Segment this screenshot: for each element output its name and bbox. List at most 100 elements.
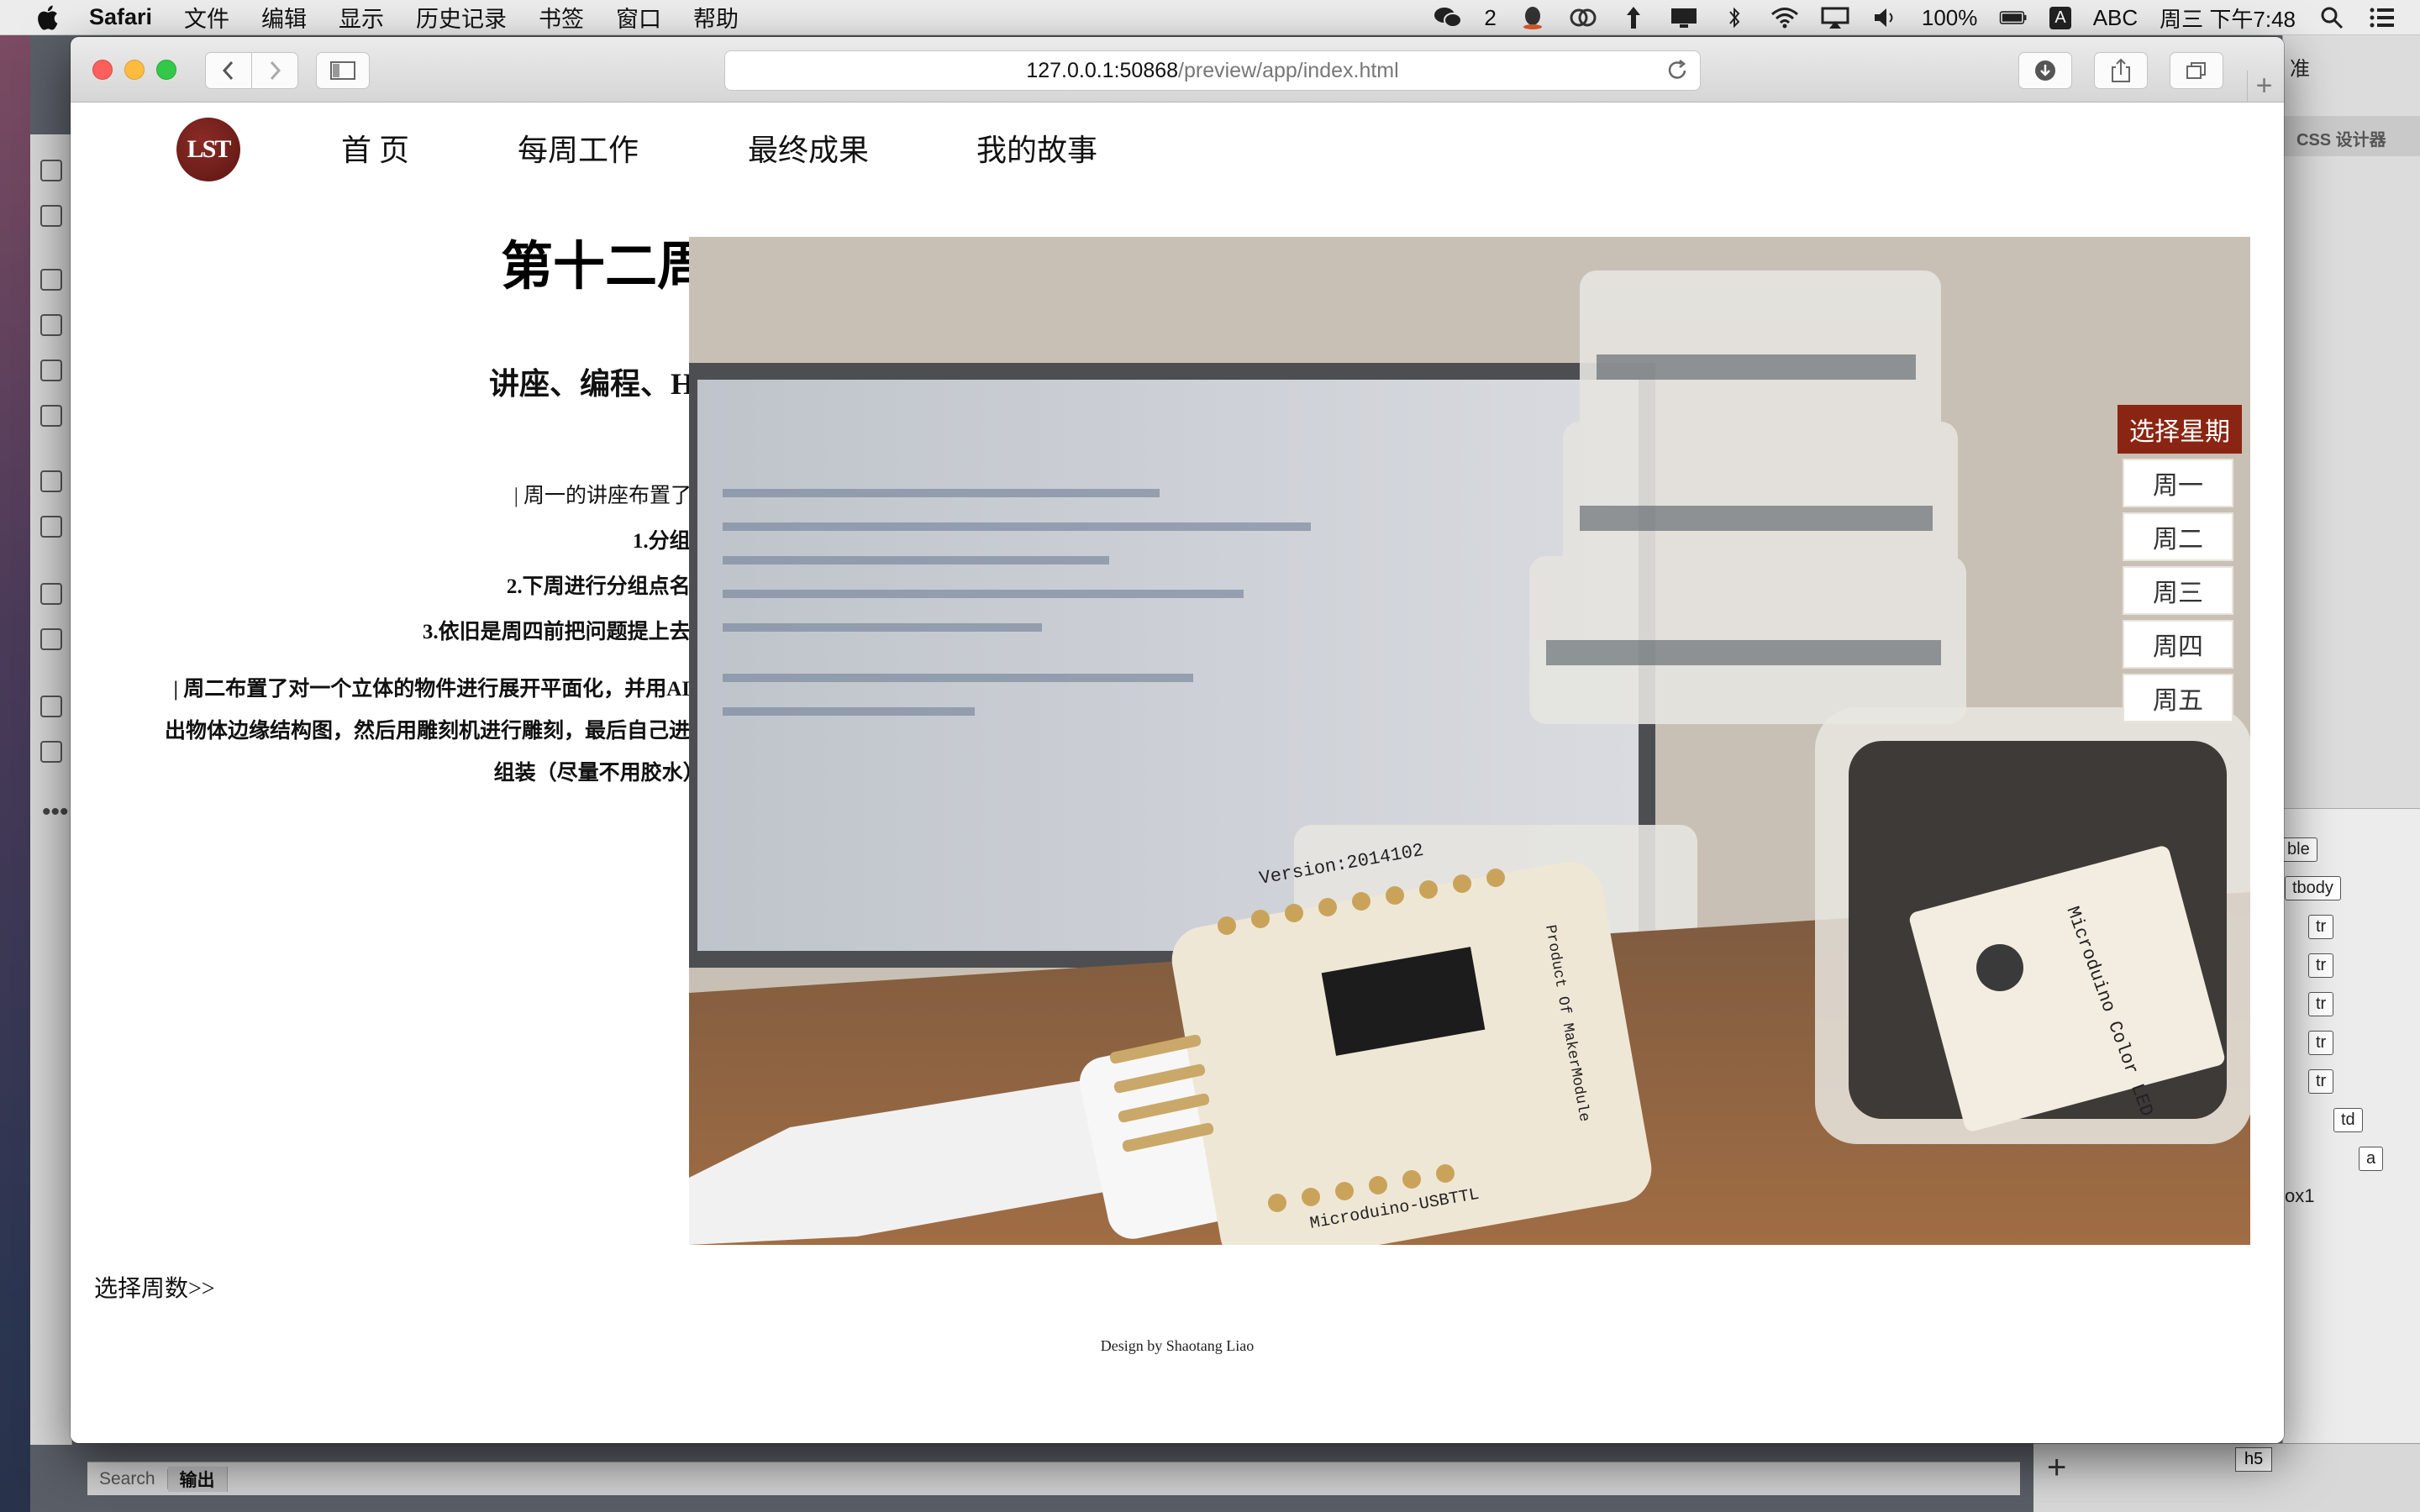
week-photo: Version:2014102 Product Of MakerModule M… [689,237,2250,1245]
background-left-toolbar: ••• [30,134,72,1445]
lecture-line: 1.分组; [632,530,697,553]
menu-bar: Safari 文件 编辑 显示 历史记录 书签 窗口 帮助 2 100% A A… [0,0,2420,35]
tabs-overview-button[interactable] [2170,52,2223,89]
forward-button[interactable] [251,52,298,89]
share-icon [2112,58,2130,82]
menu-history[interactable]: 历史记录 [416,1,507,34]
tuesday-notes: | 周二布置了对一个立体的物件进行展开平面化，并用AI勾出物体边缘结构图，然后用… [165,678,712,785]
panel-partial-label: 准 [2290,58,2310,81]
comment-icon[interactable] [40,583,62,605]
lecture-notes: | 周一的讲座布置了: 1.分组; 2.下周进行分组点名; 3.依旧是周四前把问… [323,474,697,655]
wifi-icon[interactable] [1770,5,1799,30]
week-picker-friday[interactable]: 周五 [2123,674,2233,722]
remote-desktop-icon[interactable] [1670,5,1698,30]
close-button[interactable] [92,60,113,80]
lecture-line: | 周一的讲座布置了: [513,485,697,507]
week-picker-monday[interactable]: 周一 [2123,459,2233,507]
input-method-icon[interactable]: A [2049,6,2071,29]
web-page: LST 首 页 每周工作 最终成果 我的故事 第十二周 讲座、编程、H5 | 周… [71,102,2284,1443]
qq-icon[interactable] [1518,5,1547,30]
dom-tag[interactable]: tr [2308,953,2334,978]
apple-icon[interactable] [34,3,64,33]
more-icon[interactable]: ••• [42,798,69,827]
menu-app-name[interactable]: Safari [89,4,152,30]
nav-weekly-work[interactable]: 每周工作 [518,126,639,170]
notification-center-icon[interactable] [2368,5,2396,30]
code-icon[interactable] [40,269,62,291]
list-icon[interactable] [40,314,62,336]
week-picker-thursday[interactable]: 周四 [2123,620,2233,669]
battery-icon[interactable] [1999,5,2028,30]
sort-icon[interactable] [40,205,62,227]
dom-tag[interactable]: td [2333,1108,2363,1132]
lecture-line: 2.下周进行分组点名; [506,575,697,598]
reload-icon[interactable] [1666,60,1688,81]
lecture-line: 3.依旧是周四前把问题提上去; [422,621,697,643]
search-tab[interactable]: Search [87,1468,168,1489]
nav-final-results[interactable]: 最终成果 [748,126,869,170]
address-bar[interactable]: 127.0.0.1:50868/preview/app/index.html [724,50,1701,91]
upload-arrow-icon[interactable] [1619,5,1648,30]
dom-tag[interactable]: ble [2280,837,2317,862]
menu-edit[interactable]: 编辑 [261,1,307,34]
file-icon[interactable] [40,160,62,181]
electronics-photo-illustration: Version:2014102 Product Of MakerModule M… [689,237,2250,1245]
select-weeks-link[interactable]: 选择周数>> [94,1270,215,1304]
dom-tag[interactable]: tbody [2285,876,2341,900]
wechat-badge: 2 [1484,4,1497,30]
dom-tag[interactable]: tr [2308,1031,2334,1055]
title-bar: 127.0.0.1:50868/preview/app/index.html + [71,37,2284,102]
menu-window[interactable]: 窗口 [616,1,661,34]
format-icon[interactable] [40,360,62,381]
logo-text: LST [187,135,232,163]
week-picker-tuesday[interactable]: 周二 [2123,512,2233,561]
sidebar-toggle-button[interactable] [316,52,370,89]
back-button[interactable] [205,52,252,89]
site-logo[interactable]: LST [176,118,240,181]
dom-id-label: ox1 [2285,1185,2315,1206]
tool-icon[interactable] [40,470,62,492]
dom-tag[interactable]: a [2359,1147,2384,1171]
downloads-button[interactable] [2018,52,2072,89]
indent-icon[interactable] [40,696,62,717]
menu-file[interactable]: 文件 [184,1,229,34]
nav-my-story[interactable]: 我的故事 [976,126,1097,170]
chevron-left-icon [222,60,234,81]
sidebar-icon [330,61,355,80]
download-icon [2035,60,2055,81]
airplay-icon[interactable] [1821,5,1849,30]
volume-icon[interactable] [1871,5,1900,30]
week-subtitle: 讲座、编程、H5 [488,367,709,401]
dom-tag[interactable]: tr [2308,915,2334,939]
share-button[interactable] [2094,52,2148,89]
sparkle-icon[interactable] [40,741,62,763]
zoom-button[interactable] [156,60,176,80]
new-tab-button[interactable]: + [2247,71,2281,102]
dom-panel: ble tbody tr tr tr tr tr td a ox1 [2280,808,2420,1497]
wechat-icon[interactable] [1434,5,1463,30]
dom-tag[interactable]: tr [2308,992,2334,1016]
bluetooth-icon[interactable] [1720,5,1749,30]
spotlight-search-icon[interactable] [2317,5,2346,30]
clock[interactable]: 周三 下午7:48 [2160,3,2296,34]
snippet-icon[interactable] [40,516,62,538]
menu-bookmarks[interactable]: 书签 [539,1,584,34]
nav-home[interactable]: 首 页 [341,126,409,170]
tabs-icon [2186,62,2206,79]
creative-cloud-icon[interactable] [1569,5,1597,30]
comment-edit-icon[interactable] [40,628,62,650]
week-picker-title: 选择星期 [2118,405,2242,454]
footer-credit: Design by Shaotang Liao [1100,1337,1255,1354]
selected-tag[interactable]: h5 [2235,1447,2273,1472]
output-tab[interactable]: 输出 [167,1466,228,1492]
week-picker-wednesday[interactable]: 周三 [2123,566,2233,615]
menu-view[interactable]: 显示 [339,1,384,34]
dom-tag[interactable]: tr [2308,1069,2334,1094]
week-title: 第十二周 [500,239,709,296]
css-designer-tab[interactable]: CSS 设计器 [2283,116,2420,156]
minimize-button[interactable] [124,60,145,80]
url-host: 127.0.0.1:50868 [1026,58,1179,82]
target-icon[interactable] [40,405,62,427]
menu-help[interactable]: 帮助 [693,1,739,34]
add-icon[interactable]: + [2047,1449,2066,1487]
